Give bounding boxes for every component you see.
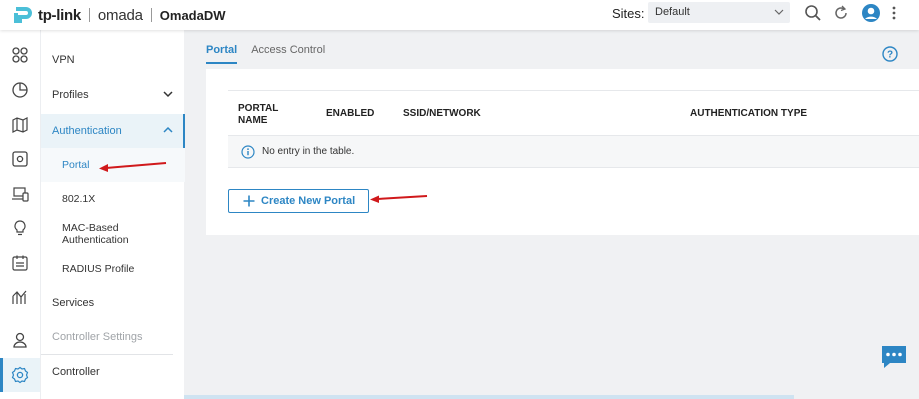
submenu-item-authentication[interactable]: Authentication — [41, 114, 185, 148]
svg-text:?: ? — [887, 50, 893, 61]
column-header-ssid-network[interactable]: SSID/NETWORK — [403, 108, 481, 120]
portal-table: PORTAL NAME ENABLED SSID/NETWORK AUTHENT… — [228, 90, 919, 168]
rail-item-reports[interactable] — [0, 280, 40, 314]
submenu-item-controller[interactable]: Controller — [41, 355, 185, 389]
rail-item-devices[interactable] — [0, 142, 40, 176]
refresh-icon[interactable] — [831, 3, 851, 23]
help-icon[interactable]: ? — [882, 46, 898, 62]
tab-access-control[interactable]: Access Control — [251, 44, 325, 64]
icon-rail — [0, 30, 40, 399]
submenu-item-label: VPN — [52, 54, 75, 66]
log-icon — [12, 255, 28, 271]
submenu-item-label: Controller Settings — [52, 331, 143, 343]
submenu-item-label: RADIUS Profile — [62, 263, 135, 275]
chevron-down-icon — [774, 9, 784, 15]
submenu-item-label: Portal — [62, 159, 90, 171]
chevron-down-icon — [163, 91, 173, 98]
logo-divider — [150, 8, 152, 22]
submenu-item-radius-profile[interactable]: RADIUS Profile — [41, 252, 185, 286]
rail-item-map[interactable] — [0, 108, 40, 142]
map-icon — [12, 117, 28, 133]
reports-icon — [12, 290, 27, 304]
submenu-item-label: Controller — [52, 366, 100, 378]
column-header-authentication-type[interactable]: AUTHENTICATION TYPE — [690, 108, 807, 120]
submenu-item-label: Profiles — [52, 89, 89, 101]
statistics-icon — [12, 82, 28, 98]
insight-icon — [14, 220, 26, 236]
dashboard-icon — [12, 47, 28, 63]
site-selector[interactable]: Default — [648, 2, 790, 23]
brand-logo: tp-link omada OmadaDW — [12, 3, 226, 27]
rail-item-account[interactable] — [0, 323, 40, 357]
table-header: PORTAL NAME ENABLED SSID/NETWORK AUTHENT… — [228, 90, 919, 136]
rail-item-clients[interactable] — [0, 177, 40, 211]
content-tabs: Portal Access Control — [206, 44, 325, 64]
submenu-item-8021x[interactable]: 802.1X — [41, 182, 185, 216]
sites-label: Sites: — [612, 6, 645, 21]
controller-name: OmadaDW — [159, 7, 226, 23]
account-icon — [13, 332, 27, 348]
tp-link-logo-icon — [14, 7, 32, 23]
submenu-item-label: MAC-Based Authentication — [62, 222, 129, 246]
devices-icon — [12, 151, 28, 167]
settings-submenu: VPN Profiles Authentication Portal 802.1… — [40, 30, 185, 399]
submenu-item-label: Services — [52, 297, 95, 309]
create-new-portal-label: Create New Portal — [261, 195, 356, 207]
submenu-item-vpn[interactable]: VPN — [41, 43, 185, 77]
submenu-item-controller-settings: Controller Settings — [41, 320, 185, 354]
top-bar: tp-link omada OmadaDW Sites: Default — [0, 0, 919, 30]
rail-item-settings[interactable] — [0, 358, 40, 392]
table-empty-row: No entry in the table. — [228, 136, 919, 168]
submenu-item-label: 802.1X — [62, 193, 96, 205]
chat-support-icon[interactable] — [880, 344, 908, 370]
clients-icon — [12, 187, 29, 202]
site-selected-value: Default — [655, 6, 690, 18]
submenu-item-mac-based-authentication[interactable]: MAC-Based Authentication — [41, 217, 185, 251]
brand-name: tp-link — [38, 6, 81, 24]
rail-item-dashboard[interactable] — [0, 38, 40, 72]
settings-icon — [11, 366, 29, 384]
column-header-enabled[interactable]: ENABLED — [326, 108, 374, 120]
submenu-item-label: Authentication — [52, 125, 122, 137]
portal-card: PORTAL NAME ENABLED SSID/NETWORK AUTHENT… — [206, 69, 919, 235]
submenu-item-services[interactable]: Services — [41, 286, 185, 320]
annotation-arrow-portal — [99, 162, 167, 172]
info-icon — [241, 145, 255, 159]
plus-icon — [243, 195, 255, 207]
tab-portal[interactable]: Portal — [206, 44, 238, 64]
submenu-item-profiles[interactable]: Profiles — [41, 78, 185, 112]
more-vertical-icon[interactable] — [890, 3, 898, 23]
rail-item-insight[interactable] — [0, 211, 40, 245]
user-avatar-icon[interactable] — [861, 3, 881, 23]
horizontal-scrollbar[interactable] — [184, 395, 794, 399]
rail-item-log[interactable] — [0, 246, 40, 280]
rail-item-statistics[interactable] — [0, 73, 40, 107]
empty-table-message: No entry in the table. — [262, 146, 355, 157]
create-new-portal-button[interactable]: Create New Portal — [228, 189, 369, 213]
chevron-up-icon — [163, 126, 173, 133]
logo-divider — [88, 8, 90, 22]
search-icon[interactable] — [803, 3, 823, 23]
annotation-arrow-create-portal — [370, 195, 428, 203]
column-header-portal-name[interactable]: PORTAL NAME — [238, 103, 298, 127]
product-name: omada — [97, 6, 143, 24]
